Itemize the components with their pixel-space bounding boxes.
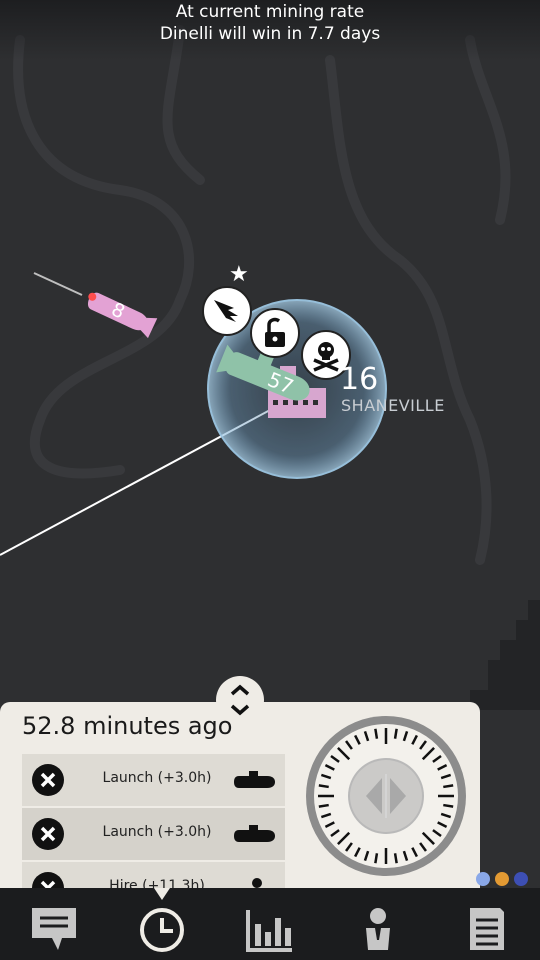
player-dot (495, 872, 509, 886)
submarine-icon (234, 825, 275, 842)
player-dot (514, 872, 528, 886)
clock-icon[interactable] (108, 888, 216, 960)
chat-icon[interactable] (0, 888, 108, 960)
queued-actions-list[interactable]: Launch (+3.0h) Launch (+3.0h) Hire (+11.… (22, 754, 285, 888)
action-label: Launch (+3.0h) (102, 770, 212, 786)
city-count: 16 (340, 362, 379, 397)
action-label: Launch (+3.0h) (102, 824, 212, 840)
action-label: Hire (+11.3h) (109, 878, 205, 888)
player-dot (476, 872, 490, 886)
banner-line-1: At current mining rate (175, 2, 365, 22)
action-row[interactable]: Hire (+11.3h) (22, 862, 285, 888)
cancel-action-button[interactable] (32, 764, 64, 796)
time-dial[interactable] (304, 714, 468, 878)
bar-chart-icon[interactable] (216, 888, 324, 960)
action-row[interactable]: Launch (+3.0h) (22, 808, 285, 860)
close-icon (40, 880, 56, 888)
submarine-icon (234, 771, 275, 788)
wing-icon[interactable] (202, 286, 252, 336)
close-icon (40, 772, 56, 788)
bottom-nav (0, 888, 540, 960)
city-name[interactable]: SHANEVILLE (341, 396, 445, 415)
person-icon (252, 878, 262, 888)
agent-icon[interactable] (324, 888, 432, 960)
win-projection-banner: At current mining rate Dinelli will win … (0, 0, 540, 60)
cancel-action-button[interactable] (32, 818, 64, 850)
cancel-action-button[interactable] (32, 872, 64, 888)
star-icon: ★ (229, 262, 249, 287)
banner-line-2: Dinelli will win in 7.7 days (159, 24, 381, 44)
action-row[interactable]: Launch (+3.0h) (22, 754, 285, 806)
unlock-icon[interactable] (250, 308, 300, 358)
close-icon (40, 826, 56, 842)
time-ago-label: 52.8 minutes ago (22, 712, 233, 740)
document-icon[interactable] (432, 888, 540, 960)
